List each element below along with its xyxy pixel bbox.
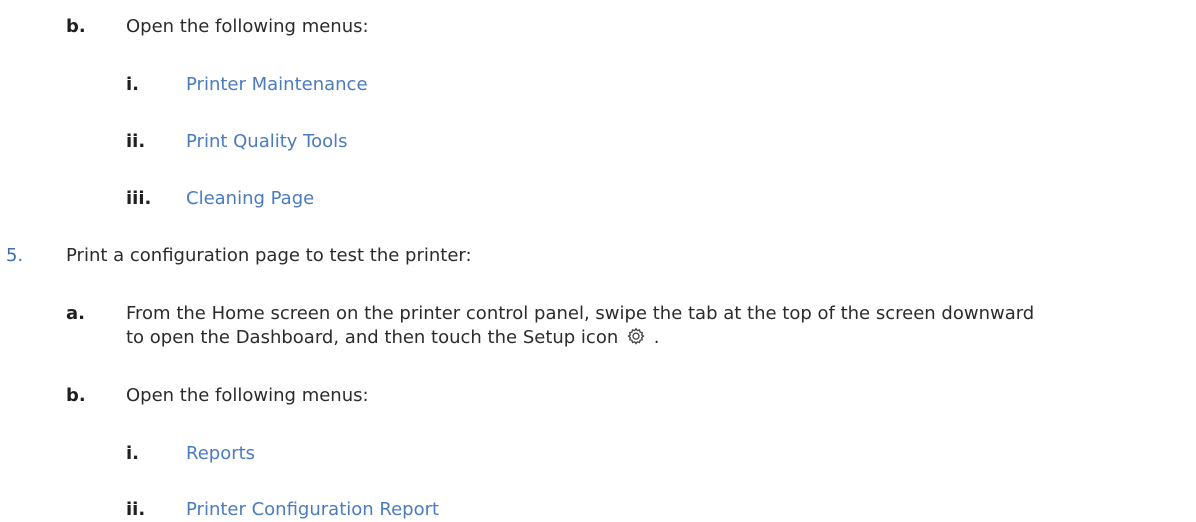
menu-link-print-quality-tools[interactable]: Print Quality Tools <box>186 129 348 154</box>
menu-item-marker: i. <box>126 443 140 464</box>
menu-item-marker: ii. <box>126 499 146 520</box>
substep-text-line2-start: to open the Dashboard, and then touch th… <box>126 327 619 348</box>
menu-link-printer-configuration-report[interactable]: Printer Configuration Report <box>186 497 439 522</box>
step-text: Print a configuration page to test the p… <box>66 245 472 266</box>
substep-marker: b. <box>66 16 86 37</box>
substep-text-line2-end: . <box>653 327 660 348</box>
menu-link-cleaning-page[interactable]: Cleaning Page <box>186 186 314 211</box>
substep-text: Open the following menus: <box>126 16 369 37</box>
substep-text: Open the following menus: <box>126 385 369 406</box>
menu-link-printer-maintenance[interactable]: Printer Maintenance <box>186 72 368 97</box>
gear-icon <box>627 327 645 345</box>
menu-link-reports[interactable]: Reports <box>186 441 255 466</box>
substep-marker: b. <box>66 385 86 406</box>
menu-item-marker: ii. <box>126 131 146 152</box>
menu-item-marker: iii. <box>126 188 152 209</box>
substep-text-line1: From the Home screen on the printer cont… <box>126 303 1035 324</box>
menu-item-marker: i. <box>126 74 140 95</box>
substep-text-line2: to open the Dashboard, and then touch th… <box>126 325 659 350</box>
step-number: 5. <box>6 245 24 266</box>
substep-marker: a. <box>66 303 85 324</box>
